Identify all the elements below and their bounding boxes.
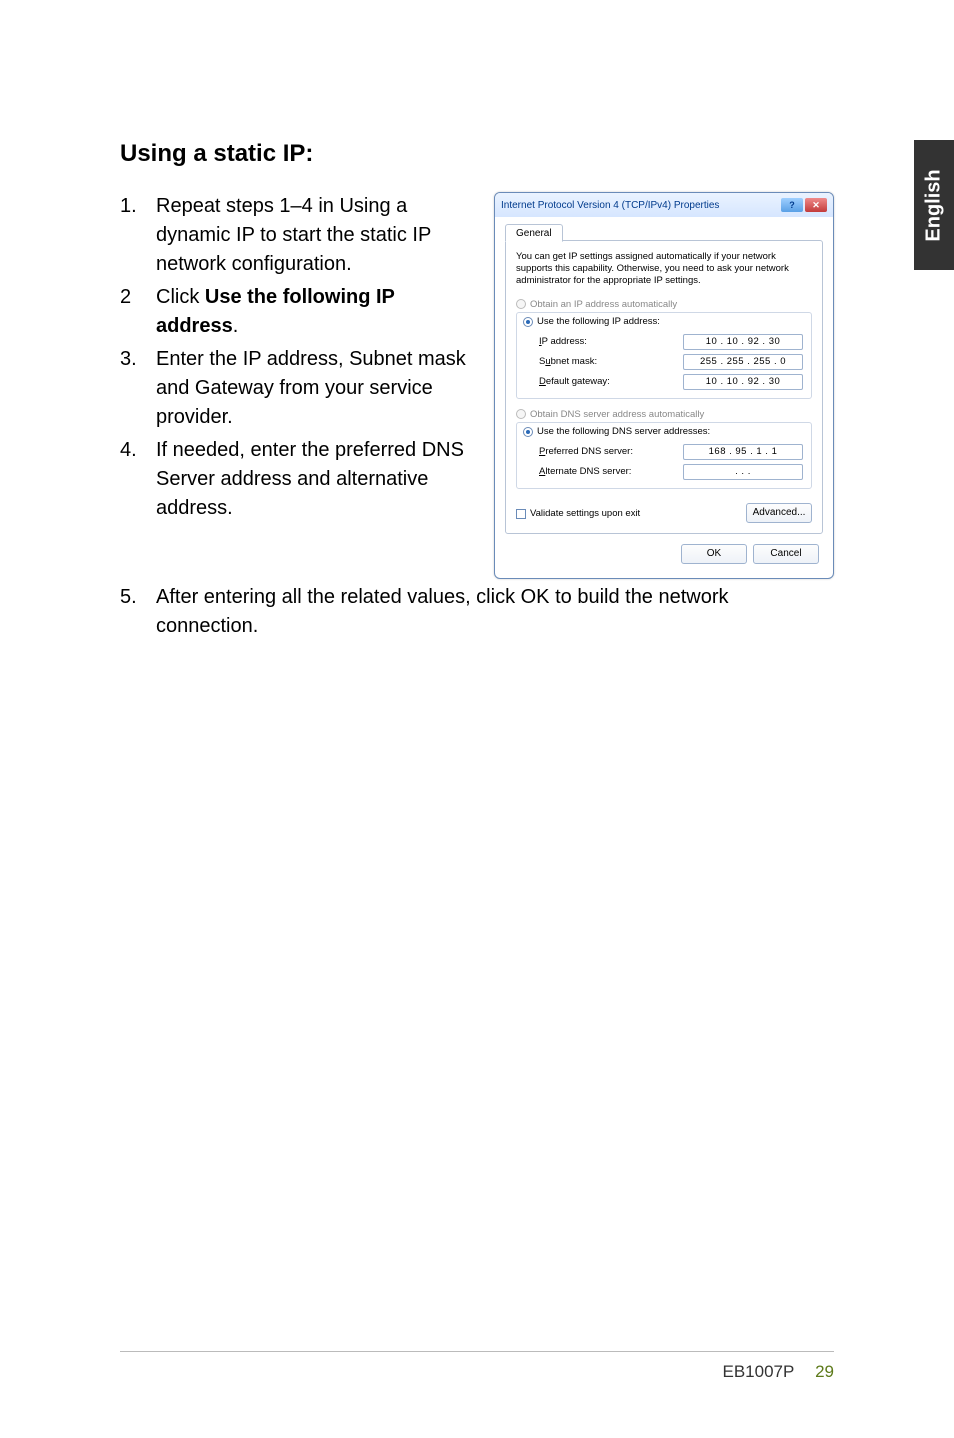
radio-obtain-dns-auto: Obtain DNS server address automatically xyxy=(516,407,812,422)
dialog-body: General You can get IP settings assigned… xyxy=(495,217,833,578)
input-preferred-dns[interactable]: 168 . 95 . 1 . 1 xyxy=(683,444,803,460)
radio-use-ip[interactable]: Use the following IP address: xyxy=(521,316,662,327)
radio-icon xyxy=(516,299,526,309)
dialog-description: You can get IP settings assigned automat… xyxy=(516,251,812,287)
step-number: 5. xyxy=(120,583,156,641)
ip-address-group: Use the following IP address: IP address… xyxy=(516,312,812,399)
field-subnet: Subnet mask: 255 . 255 . 255 . 0 xyxy=(539,354,803,370)
advanced-button[interactable]: Advanced... xyxy=(746,503,812,523)
field-gateway: Default gateway: 10 . 10 . 92 . 30 xyxy=(539,374,803,390)
field-alt-dns: Alternate DNS server: . . . xyxy=(539,464,803,480)
dns-group: Use the following DNS server addresses: … xyxy=(516,422,812,489)
input-default-gateway[interactable]: 10 . 10 . 92 . 30 xyxy=(683,374,803,390)
footer-page-number: 29 xyxy=(815,1362,834,1381)
step-3: 3. Enter the IP address, Subnet mask and… xyxy=(120,345,470,432)
input-ip-address[interactable]: 10 . 10 . 92 . 30 xyxy=(683,334,803,350)
step-number: 2 xyxy=(120,283,156,341)
checkbox-validate[interactable]: Validate settings upon exit xyxy=(516,508,640,519)
input-alternate-dns[interactable]: . . . xyxy=(683,464,803,480)
step-number: 1. xyxy=(120,192,156,279)
tab-panel: You can get IP settings assigned automat… xyxy=(505,240,823,534)
cancel-button[interactable]: Cancel xyxy=(753,544,819,564)
radio-use-dns[interactable]: Use the following DNS server addresses: xyxy=(521,426,712,437)
radio-icon xyxy=(523,317,533,327)
step-number: 4. xyxy=(120,436,156,523)
steps-list: 1. Repeat steps 1–4 in Using a dynamic I… xyxy=(120,192,470,523)
footer-model: EB1007P xyxy=(723,1362,795,1381)
field-pref-dns: Preferred DNS server: 168 . 95 . 1 . 1 xyxy=(539,444,803,460)
radio-obtain-ip-auto[interactable]: Obtain an IP address automatically xyxy=(516,297,812,312)
content-row: 1. Repeat steps 1–4 in Using a dynamic I… xyxy=(120,192,834,579)
tab-general[interactable]: General xyxy=(505,224,563,242)
label-pref-dns: Preferred DNS server: xyxy=(539,446,683,457)
steps-column: 1. Repeat steps 1–4 in Using a dynamic I… xyxy=(120,192,470,527)
step-text: Enter the IP address, Subnet mask and Ga… xyxy=(156,345,470,432)
radio-icon xyxy=(523,427,533,437)
label-subnet: Subnet mask: xyxy=(539,356,683,367)
step-text: Click Use the following IP address. xyxy=(156,283,470,341)
step-4: 4. If needed, enter the preferred DNS Se… xyxy=(120,436,470,523)
checkbox-icon xyxy=(516,509,526,519)
label-ip: IP address: xyxy=(539,336,683,347)
page-content: Using a static IP: 1. Repeat steps 1–4 i… xyxy=(0,0,954,701)
step-2: 2 Click Use the following IP address. xyxy=(120,283,470,341)
ok-button[interactable]: OK xyxy=(681,544,747,564)
label-gateway: Default gateway: xyxy=(539,376,683,387)
dialog-titlebar: Internet Protocol Version 4 (TCP/IPv4) P… xyxy=(495,193,833,217)
step-text: After entering all the related values, c… xyxy=(156,583,834,641)
step-5: 5. After entering all the related values… xyxy=(120,583,834,641)
step-text: If needed, enter the preferred DNS Serve… xyxy=(156,436,470,523)
step-1: 1. Repeat steps 1–4 in Using a dynamic I… xyxy=(120,192,470,279)
close-button[interactable]: ✕ xyxy=(805,198,827,212)
page-footer: EB1007P 29 xyxy=(120,1351,834,1382)
step-number: 3. xyxy=(120,345,156,432)
dialog-bottom-buttons: OK Cancel xyxy=(505,534,823,568)
dialog-column: Internet Protocol Version 4 (TCP/IPv4) P… xyxy=(494,192,834,579)
dialog-title: Internet Protocol Version 4 (TCP/IPv4) P… xyxy=(501,200,719,211)
input-subnet-mask[interactable]: 255 . 255 . 255 . 0 xyxy=(683,354,803,370)
label-alt-dns: Alternate DNS server: xyxy=(539,466,683,477)
field-ip-address: IP address: 10 . 10 . 92 . 30 xyxy=(539,334,803,350)
radio-icon xyxy=(516,409,526,419)
help-button[interactable]: ? xyxy=(781,198,803,212)
step-text: Repeat steps 1–4 in Using a dynamic IP t… xyxy=(156,192,470,279)
ipv4-properties-dialog: Internet Protocol Version 4 (TCP/IPv4) P… xyxy=(494,192,834,579)
section-heading: Using a static IP: xyxy=(120,140,834,168)
